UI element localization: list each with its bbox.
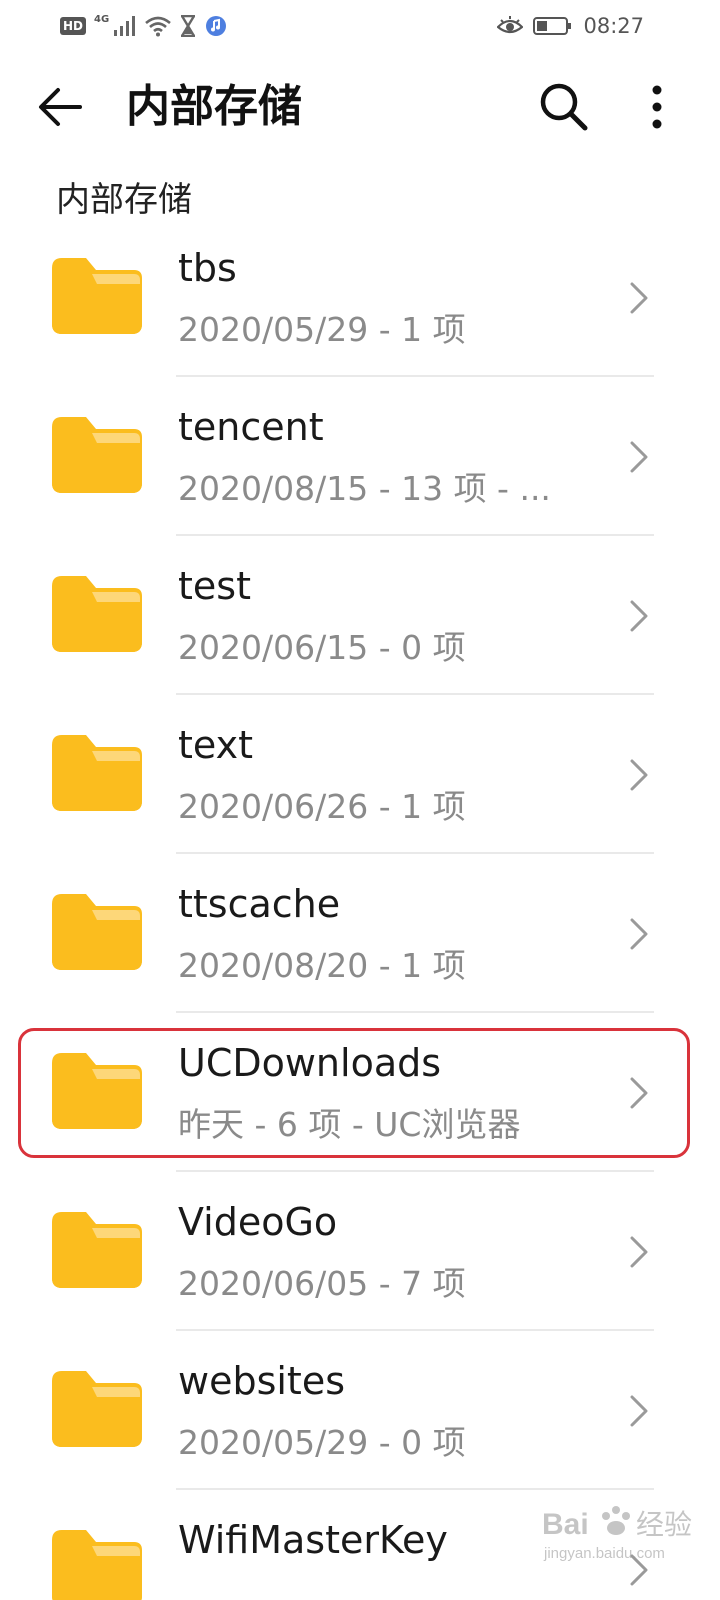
folder-meta: 2020/06/26 - 1 项	[178, 787, 466, 826]
chevron-right-icon	[630, 1236, 648, 1268]
more-options-button[interactable]	[630, 77, 684, 137]
folder-row-videogo[interactable]: VideoGo 2020/06/05 - 7 项	[0, 1172, 720, 1331]
wifi-icon	[145, 16, 172, 37]
folder-name: UCDownloads	[178, 1041, 442, 1085]
battery-icon	[533, 17, 572, 35]
signal-icon	[114, 16, 136, 36]
file-list: tbs 2020/05/29 - 1 项 tencent 2020/08/15 …	[0, 218, 720, 1600]
chevron-right-icon	[630, 1077, 648, 1109]
folder-row-websites[interactable]: websites 2020/05/29 - 0 项	[0, 1331, 720, 1490]
chevron-right-icon	[630, 759, 648, 791]
folder-icon	[52, 894, 142, 970]
folder-icon	[52, 1212, 142, 1288]
music-app-icon	[206, 16, 227, 36]
folder-name: tbs	[178, 246, 237, 290]
folder-meta: 2020/06/05 - 7 项	[178, 1264, 466, 1303]
chevron-right-icon	[630, 918, 648, 950]
chevron-right-icon	[630, 282, 648, 314]
eye-icon	[497, 16, 524, 34]
back-button[interactable]	[32, 79, 88, 135]
status-left: HD 4G	[60, 12, 227, 40]
status-bar: HD 4G 08:27	[0, 0, 720, 52]
folder-icon	[52, 258, 142, 334]
status-right: 08:27	[497, 12, 644, 40]
folder-meta: 2020/08/15 - 13 项 - ...	[178, 469, 551, 508]
network-type-label: 4G	[94, 14, 110, 25]
baidu-watermark-logo: Bai 经验 jingyan.baidu.com	[542, 1506, 692, 1562]
chevron-right-icon	[630, 441, 648, 473]
folder-icon	[52, 417, 142, 493]
folder-meta: 2020/06/15 - 0 项	[178, 628, 466, 667]
status-time: 08:27	[583, 14, 644, 38]
search-icon	[540, 83, 588, 131]
folder-icon	[52, 1371, 142, 1447]
folder-meta: 2020/05/29 - 0 项	[178, 1423, 466, 1462]
folder-name: WifiMasterKey	[178, 1518, 448, 1562]
breadcrumb[interactable]: 内部存储	[56, 178, 192, 222]
folder-row-ttscache[interactable]: ttscache 2020/08/20 - 1 项	[0, 854, 720, 1013]
svg-text:Bai: Bai	[542, 1508, 589, 1541]
folder-name: text	[178, 723, 253, 767]
hd-badge: HD	[60, 17, 87, 35]
folder-row-tencent[interactable]: tencent 2020/08/15 - 13 项 - ...	[0, 377, 720, 536]
svg-text:jingyan.baidu.com: jingyan.baidu.com	[543, 1545, 665, 1562]
folder-icon	[52, 1530, 142, 1600]
folder-icon	[52, 576, 142, 652]
search-button[interactable]	[534, 77, 594, 137]
folder-row-text[interactable]: text 2020/06/26 - 1 项	[0, 695, 720, 854]
folder-meta: 2020/05/29 - 1 项	[178, 310, 466, 349]
folder-row-ucdownloads[interactable]: UCDownloads 昨天 - 6 项 - UC浏览器	[0, 1013, 720, 1172]
app-bar: 内部存储	[0, 62, 720, 152]
folder-row-tbs[interactable]: tbs 2020/05/29 - 1 项	[0, 218, 720, 377]
back-arrow-icon	[39, 88, 82, 126]
folder-meta: 2020/08/20 - 1 项	[178, 946, 466, 985]
folder-name: websites	[178, 1359, 346, 1403]
folder-name: VideoGo	[178, 1200, 338, 1244]
folder-meta: 昨天 - 6 项 - UC浏览器	[178, 1105, 521, 1144]
hourglass-icon	[181, 15, 196, 37]
folder-row-test[interactable]: test 2020/06/15 - 0 项	[0, 536, 720, 695]
chevron-right-icon	[630, 600, 648, 632]
file-manager-screen: HD 4G 08:27 内部存储 内部存储 tbs 2020/05/29 - 1…	[0, 0, 720, 1600]
more-vert-icon	[652, 85, 662, 129]
page-title: 内部存储	[126, 81, 302, 132]
folder-name: ttscache	[178, 882, 341, 926]
folder-icon	[52, 1053, 142, 1129]
folder-name: test	[178, 564, 251, 608]
chevron-right-icon	[630, 1395, 648, 1427]
svg-text:经验: 经验	[636, 1508, 692, 1541]
folder-name: tencent	[178, 405, 324, 449]
folder-icon	[52, 735, 142, 811]
